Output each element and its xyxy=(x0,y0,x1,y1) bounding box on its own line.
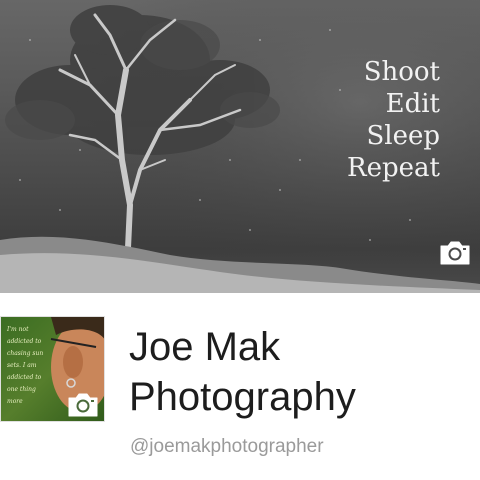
edit-profile-picture-camera-button[interactable] xyxy=(66,388,100,422)
page-name-line1: Joe Mak xyxy=(129,325,281,369)
tagline-line-shoot: Shoot xyxy=(363,57,440,87)
camera-icon xyxy=(68,393,98,417)
camera-icon xyxy=(440,241,470,265)
cover-tagline: Shoot Edit Sleep Repeat xyxy=(347,56,440,184)
tagline-line-repeat: Repeat xyxy=(347,153,440,183)
page-name: Joe Mak Photography xyxy=(129,322,356,422)
svg-text:chasing sun: chasing sun xyxy=(7,350,43,357)
edit-cover-camera-button[interactable] xyxy=(438,236,472,270)
svg-text:I'm not: I'm not xyxy=(6,326,29,333)
page-name-line2: Photography xyxy=(129,375,356,419)
svg-text:addicted to: addicted to xyxy=(7,374,42,381)
svg-text:addicted to: addicted to xyxy=(7,338,42,345)
tagline-line-sleep: Sleep xyxy=(366,121,440,151)
svg-text:sets. I am: sets. I am xyxy=(7,362,37,369)
page-username: @joemakphotographer xyxy=(130,436,324,457)
svg-text:one thing: one thing xyxy=(7,386,36,393)
svg-text:more: more xyxy=(7,398,23,405)
cover-photo[interactable]: Shoot Edit Sleep Repeat xyxy=(0,0,480,293)
tagline-line-edit: Edit xyxy=(385,89,440,119)
